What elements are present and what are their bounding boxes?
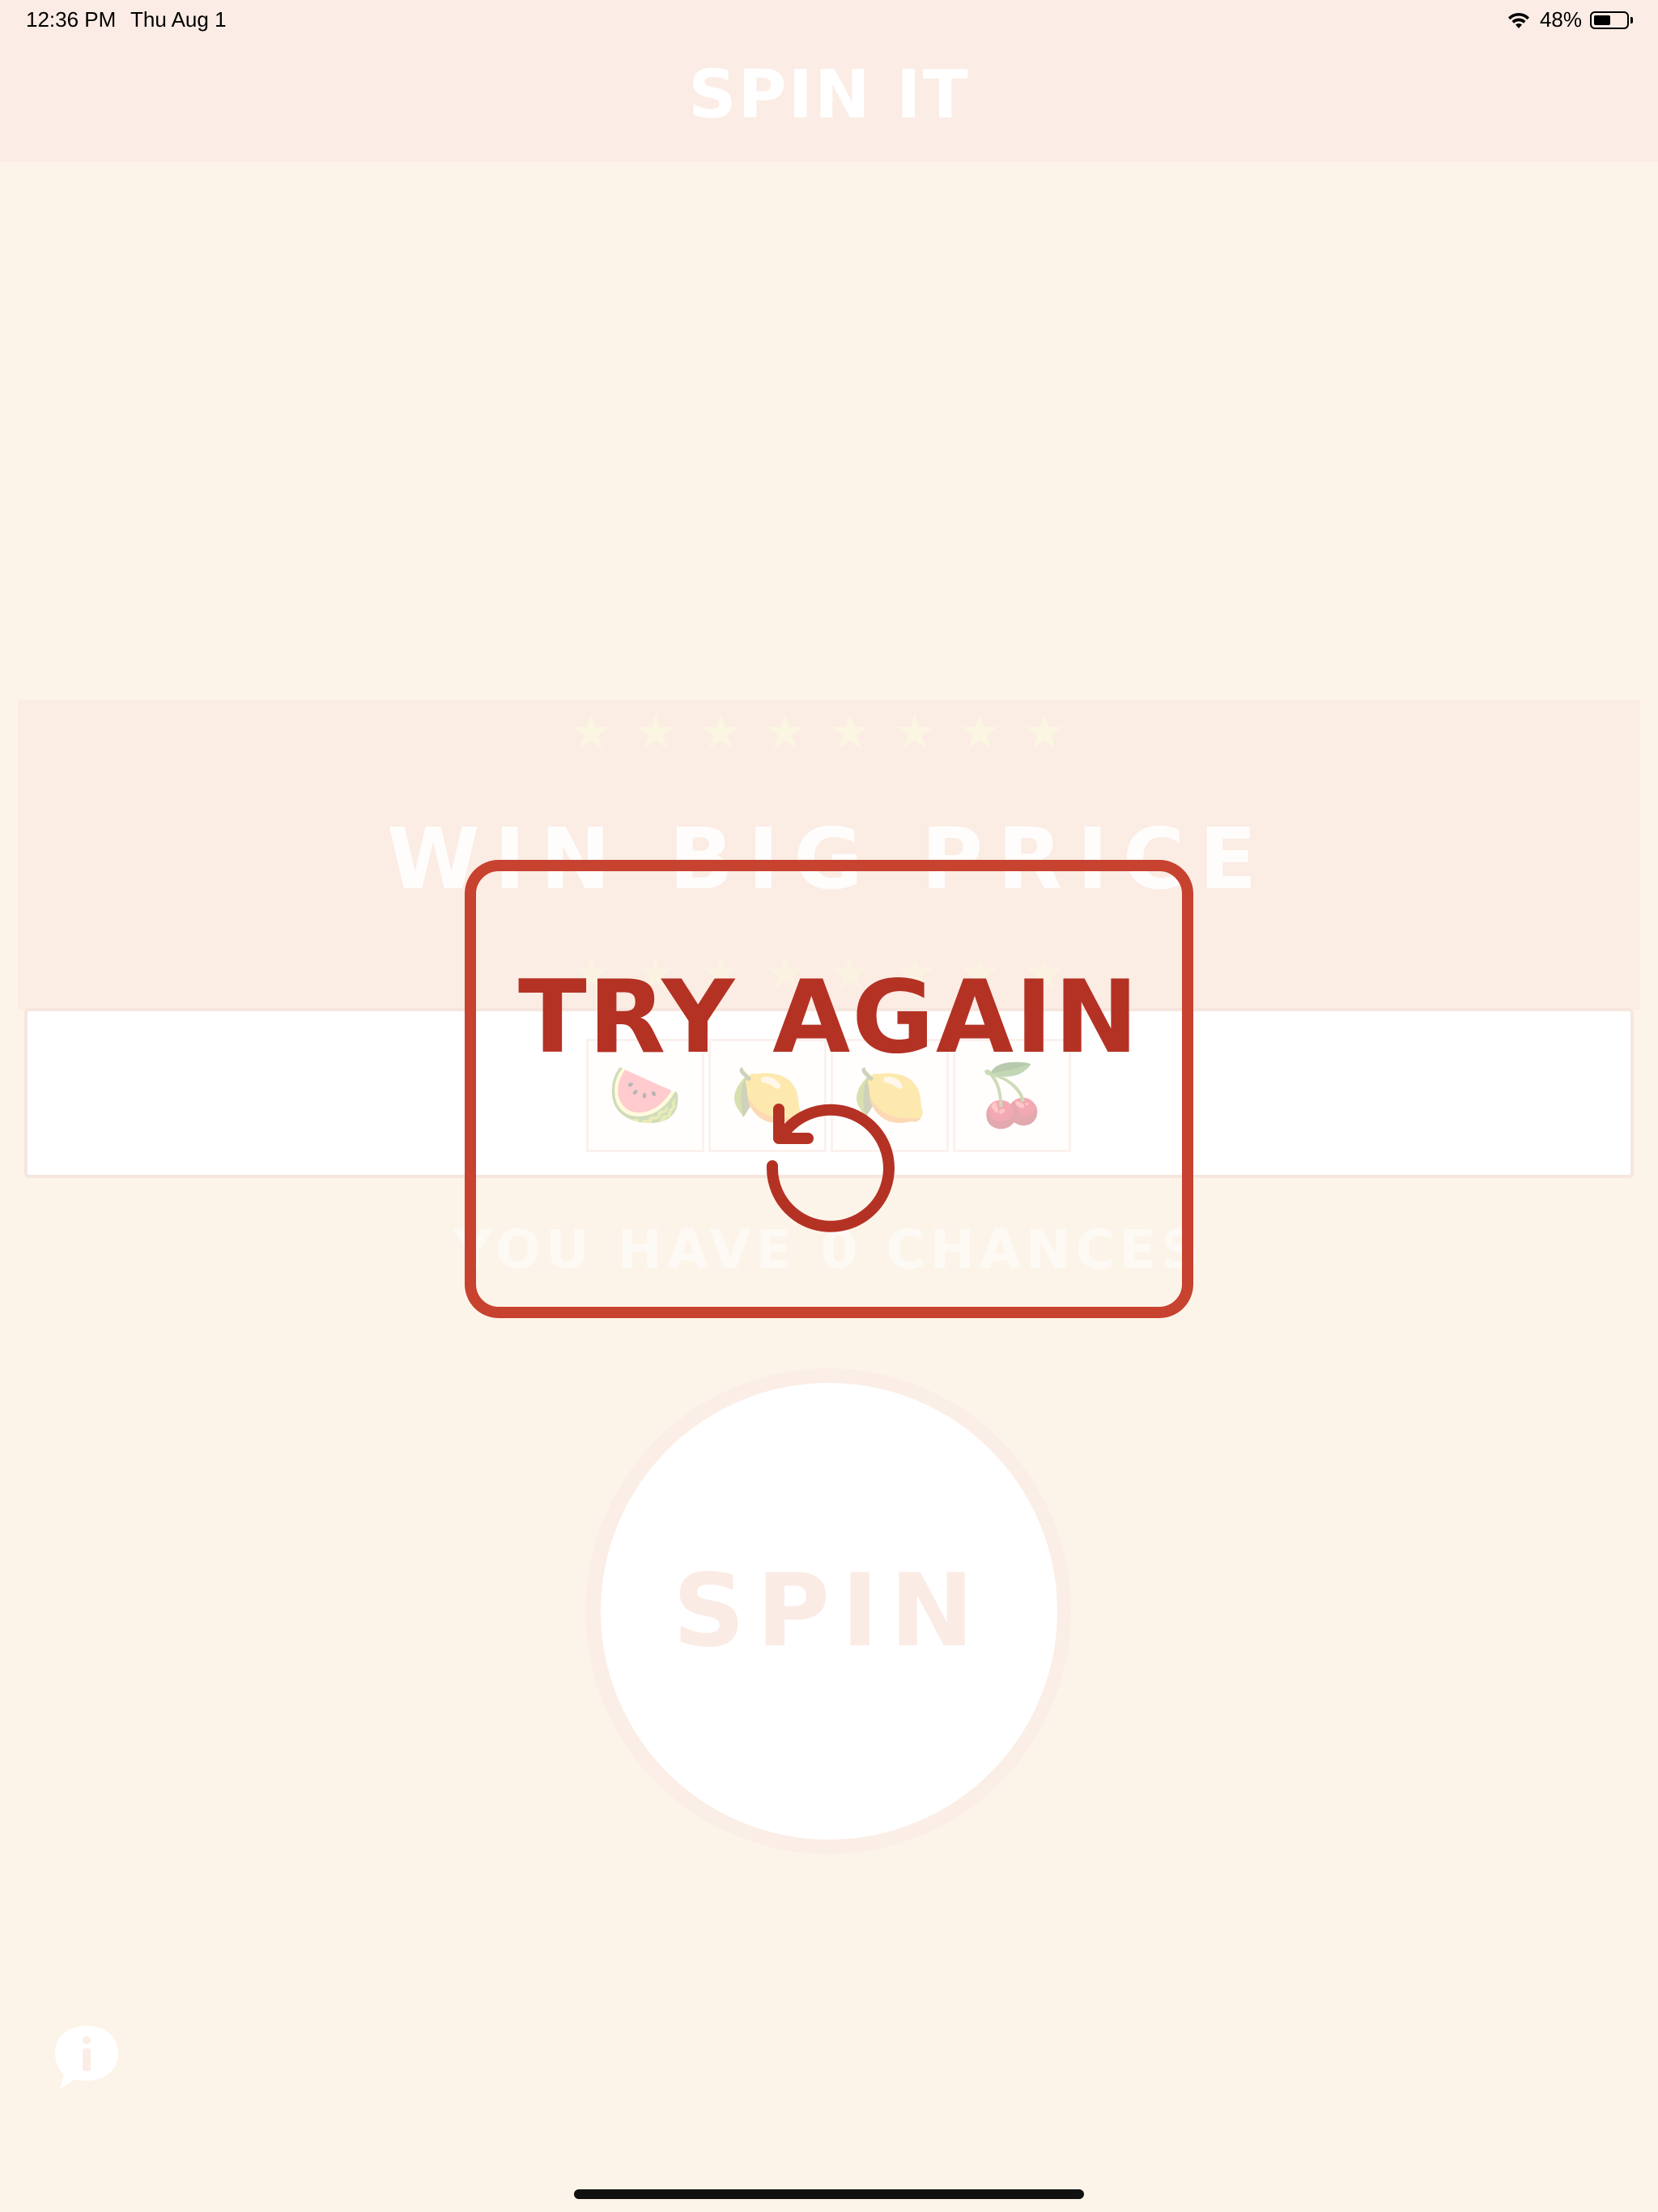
app-screen: 12:36 PM Thu Aug 1 48% SPIN IT ★★★★★★★★ …	[0, 0, 1658, 2212]
status-bar: 12:36 PM Thu Aug 1 48%	[0, 0, 1658, 39]
status-indicators: 48%	[1506, 7, 1634, 32]
home-indicator[interactable]	[574, 2189, 1084, 2199]
app-title: SPIN IT	[688, 57, 970, 134]
retry-icon[interactable]	[753, 1085, 907, 1239]
battery-percent: 48%	[1539, 7, 1582, 32]
spin-button[interactable]: SPIN	[601, 1383, 1057, 1840]
battery-icon	[1590, 10, 1634, 31]
wifi-icon	[1507, 12, 1529, 28]
status-date: Thu Aug 1	[130, 7, 227, 32]
status-time: 12:36 PM	[26, 7, 117, 32]
modal-title: TRY AGAIN	[518, 959, 1140, 1076]
stars-row-top: ★★★★★★★★	[570, 706, 1088, 759]
info-icon[interactable]	[52, 2023, 121, 2092]
spin-button-label: SPIN	[672, 1553, 986, 1670]
